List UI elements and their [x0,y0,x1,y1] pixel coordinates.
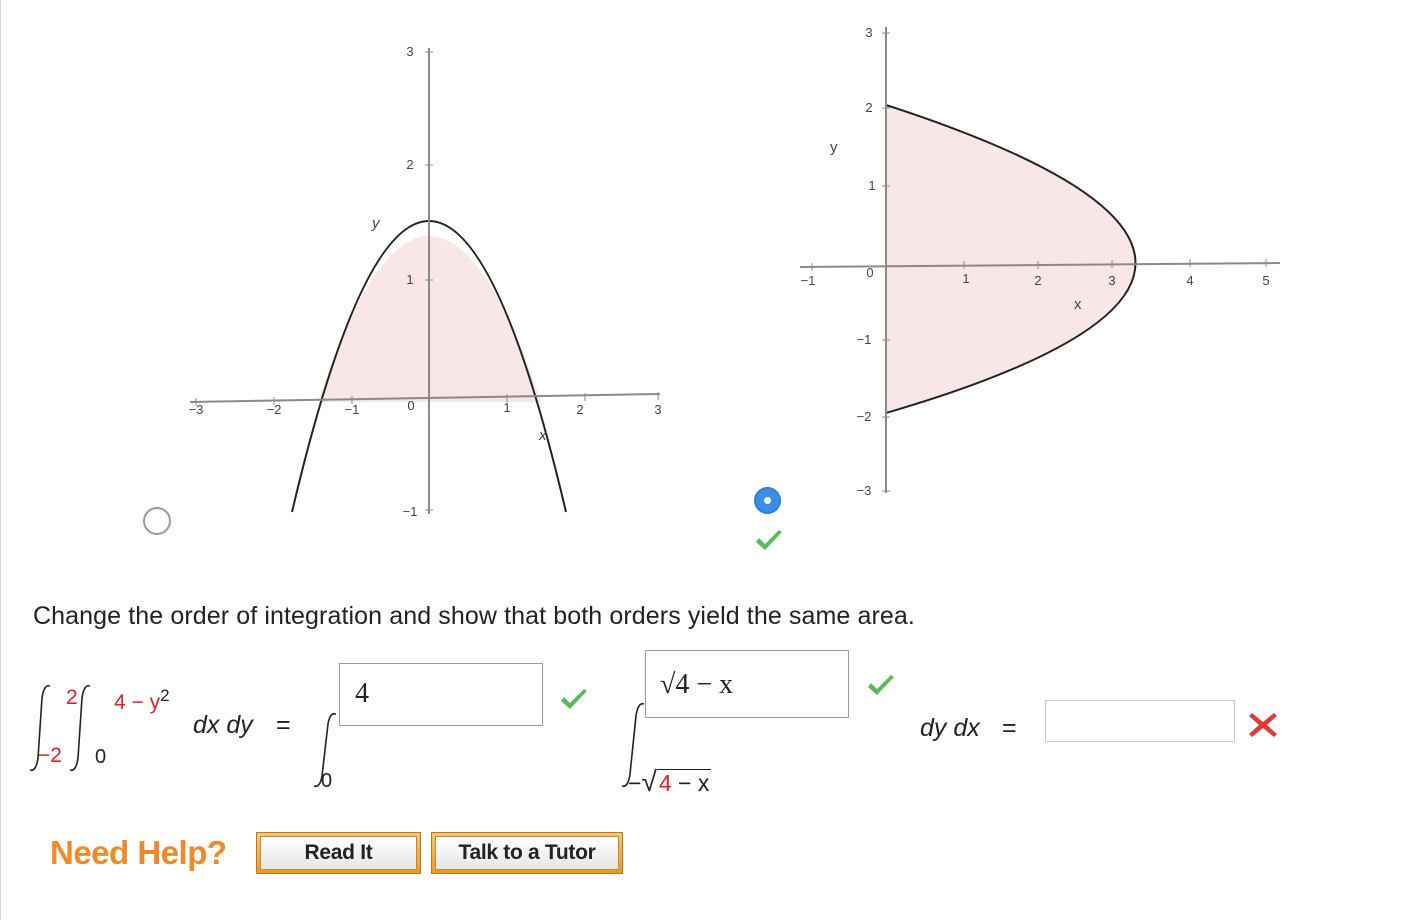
right-y-tick: −3 [857,483,872,498]
need-help-label: Need Help? [50,834,227,871]
right-x-tick: −1 [801,273,816,288]
left-y-tick: 2 [406,157,413,172]
sqrt-icon: √ [641,766,657,797]
choice-right-radio[interactable] [754,487,781,514]
checkmark-icon [561,689,587,709]
left-x-tick: 0 [407,398,414,413]
left-y-tick: 1 [406,272,413,287]
x-icon [1249,713,1277,737]
inner-lower-radicand: 4 − x [656,769,712,796]
right-y-tick: 3 [865,25,872,40]
right-x-label: x [1074,296,1082,313]
inner-lower-num: 4 [658,770,672,796]
lhs-outer-upper: 2 [66,686,78,709]
lhs-inner-upper: 4 − y2 [114,686,170,715]
inner-upper-answer-input[interactable]: √4 − x [645,650,849,718]
left-x-tick: 1 [503,400,510,415]
right-x-tick: 1 [962,271,969,286]
graph-left: −3 −2 −1 0 1 2 3 3 2 1 −1 x y [189,44,662,519]
lhs-differentials: dx dy [193,711,253,739]
rhs-inner-lower: −√4 − x [628,766,712,798]
question-text: Change the order of integration and show… [33,602,915,630]
outer-upper-answer-input[interactable]: 4 [339,663,543,726]
talk-to-tutor-button[interactable]: Talk to a Tutor [431,832,623,874]
checkmark-icon [868,675,894,695]
left-x-label: x [538,427,547,444]
rhs-equals: = [1002,714,1017,742]
left-x-tick: 2 [576,402,583,417]
lhs-inner-upper-exp: 2 [160,686,170,705]
read-it-button[interactable]: Read It [256,832,421,874]
right-y-tick: 2 [865,100,872,115]
right-y-label: y [830,139,838,156]
talk-to-tutor-label: Talk to a Tutor [435,836,619,870]
inner-lower-sign: − [628,770,642,796]
right-x-tick: 4 [1186,273,1193,288]
right-x-tick: 2 [1034,273,1041,288]
right-y-tick: −1 [857,332,872,347]
left-x-tick: −1 [345,402,360,417]
rhs-outer-lower: 0 [321,770,333,792]
choice-left-radio[interactable] [143,507,171,535]
right-x-tick: 3 [1108,273,1115,288]
lhs-outer-lower: −2 [38,744,62,767]
right-x-tick: 5 [1262,273,1269,288]
left-y-tick: 3 [406,44,413,59]
checkmark-icon [756,530,782,550]
rhs-differentials: dy dx [920,714,980,742]
lhs-equals: = [276,711,291,739]
inner-upper-answer-value: √4 − x [660,669,734,700]
final-answer-input[interactable] [1045,700,1235,742]
graph-right: −1 0 1 2 3 4 5 3 2 1 −1 −2 −3 x y [799,25,1281,498]
right-y-tick: 1 [868,178,875,193]
left-x-tick: −3 [189,402,204,417]
lhs-inner-upper-base: 4 − y [114,691,161,714]
inner-lower-rest: − x [678,770,710,796]
left-y-label: y [371,215,381,232]
left-y-tick: −1 [403,504,418,519]
read-it-label: Read It [260,836,417,870]
outer-upper-answer-value: 4 [355,678,369,709]
left-x-tick: −2 [267,402,282,417]
lhs-inner-lower: 0 [95,746,107,768]
left-x-tick: 3 [654,402,661,417]
right-x-tick: 0 [866,265,873,280]
right-y-tick: −2 [857,409,872,424]
